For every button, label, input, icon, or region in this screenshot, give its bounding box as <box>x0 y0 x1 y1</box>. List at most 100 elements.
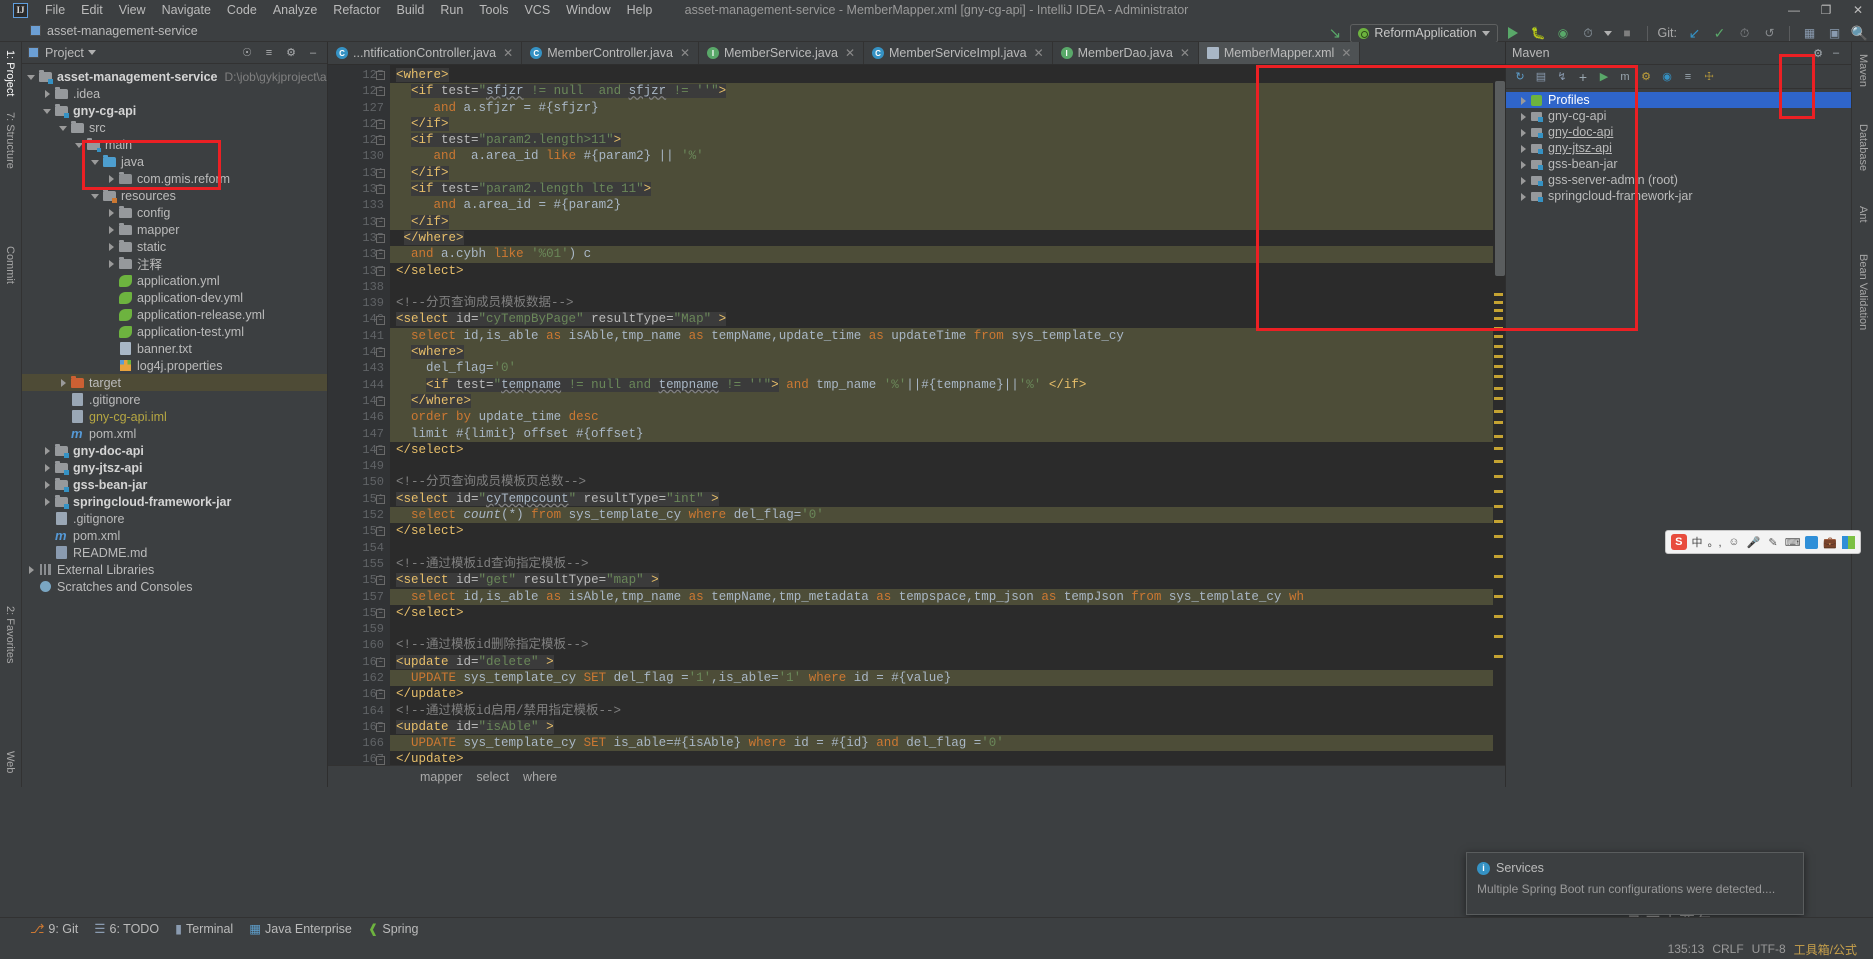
tree-item--gitignore[interactable]: .gitignore <box>22 391 327 408</box>
tree-item--idea[interactable]: .idea <box>22 85 327 102</box>
tree-item-asset-management-service[interactable]: asset-management-service D:\job\gykjproje… <box>22 68 327 85</box>
fold-expand-icon[interactable]: − <box>376 87 385 97</box>
fold-collapse-icon[interactable]: − <box>376 608 385 618</box>
code-content[interactable]: <where> <if test="sfjzr != null and sfjz… <box>390 67 1505 765</box>
collapse-all-icon[interactable]: ☉ <box>239 45 255 61</box>
menu-tools[interactable]: Tools <box>471 1 516 19</box>
maven-expand-icon[interactable]: ☩ <box>1700 68 1718 86</box>
tree-toggle-arrow[interactable] <box>42 462 53 473</box>
code-line[interactable] <box>390 279 1505 295</box>
search-everywhere-icon[interactable]: 🔍 <box>1850 24 1869 43</box>
project-structure-icon[interactable]: ▦ <box>1800 24 1819 43</box>
tree-toggle-arrow[interactable] <box>58 428 69 439</box>
maven-toggle-arrow[interactable] <box>1518 143 1529 154</box>
services-notification-popup[interactable]: i Services Multiple Spring Boot run conf… <box>1466 852 1804 915</box>
code-line[interactable]: </if> <box>390 164 1505 182</box>
tool-tab-ant[interactable]: Ant <box>1855 202 1871 227</box>
editor-tab--ntificationcontroller-java[interactable]: C ...ntificationController.java ✕ <box>328 42 523 64</box>
mic-icon[interactable]: 🎤 <box>1746 535 1761 550</box>
code-line[interactable]: <select id="cyTempByPage" resultType="Ma… <box>390 311 1505 327</box>
tree-item-springcloud-framework-jar[interactable]: springcloud-framework-jar <box>22 493 327 510</box>
tree-item-resources[interactable]: resources <box>22 187 327 204</box>
breadcrumb-mapper[interactable]: mapper <box>420 770 462 784</box>
tree-item-mapper[interactable]: mapper <box>22 221 327 238</box>
tree-toggle-arrow[interactable] <box>106 309 117 320</box>
tree-item-com-gmis-reform[interactable]: com.gmis.reform <box>22 170 327 187</box>
tree-toggle-arrow[interactable] <box>42 530 53 541</box>
stop-button[interactable]: ■ <box>1618 24 1637 43</box>
profiler-button[interactable]: ⏱ <box>1579 24 1598 43</box>
tree-toggle-arrow[interactable] <box>42 445 53 456</box>
code-line[interactable]: and a.sfjzr = #{sfjzr} <box>390 99 1505 116</box>
project-view-chevron-icon[interactable] <box>87 50 96 55</box>
fold-collapse-icon[interactable]: − <box>376 755 385 765</box>
tree-toggle-arrow[interactable] <box>74 139 85 150</box>
maven-toggle-arrow[interactable] <box>1518 159 1529 170</box>
close-button[interactable]: ✕ <box>1851 3 1865 17</box>
tool-tab-project[interactable]: 1: Project <box>2 46 18 100</box>
code-line[interactable]: and a.cybh like '%01') c <box>390 246 1505 263</box>
tree-toggle-arrow[interactable] <box>106 224 117 235</box>
maven-item-gny-cg-api[interactable]: gny-cg-api <box>1506 108 1851 124</box>
breadcrumb-where[interactable]: where <box>523 770 557 784</box>
menu-help[interactable]: Help <box>619 1 661 19</box>
tree-item-pom-xml[interactable]: m pom.xml <box>22 425 327 442</box>
tree-toggle-arrow[interactable] <box>106 173 117 184</box>
tree-item-application-test-yml[interactable]: application-test.yml <box>22 323 327 340</box>
fold-collapse-icon[interactable]: − <box>376 690 385 700</box>
code-line[interactable]: <!--通过模板id查询指定模板--> <box>390 556 1505 572</box>
code-line[interactable] <box>390 458 1505 474</box>
tree-toggle-arrow[interactable] <box>58 394 69 405</box>
code-line[interactable]: </if> <box>390 213 1505 230</box>
tree-toggle-arrow[interactable] <box>106 207 117 218</box>
code-line[interactable]: <select id="cyTempcount" resultType="int… <box>390 491 1505 507</box>
fold-collapse-icon[interactable]: − <box>376 397 385 406</box>
code-line[interactable]: <if test="sfjzr != null and sfjzr != ''"… <box>390 83 1505 100</box>
menu-refactor[interactable]: Refactor <box>325 1 388 19</box>
tree-item-log4j-properties[interactable]: log4j.properties <box>22 357 327 374</box>
run-button[interactable] <box>1504 24 1523 43</box>
editor-tab-bar[interactable]: C ...ntificationController.java ✕ C MemberCo… <box>328 42 1505 65</box>
code-line[interactable]: UPDATE sys_template_cy SET is_able=#{isA… <box>390 735 1505 752</box>
emoji-icon[interactable]: ☺ <box>1727 535 1742 550</box>
maven-item-gss-server-admin-root-[interactable]: gss-server-admin (root) <box>1506 172 1851 188</box>
code-line[interactable]: <!--分页查询成员模板页总数--> <box>390 474 1505 490</box>
code-line[interactable]: <where> <box>390 67 1505 83</box>
code-folding-column[interactable]: −−−−−−−−−−−←−−−−←−−←−−←−−←− <box>372 65 409 765</box>
tree-item-src[interactable]: src <box>22 119 327 136</box>
fold-expand-icon[interactable]: − <box>376 348 385 358</box>
tree-toggle-arrow[interactable] <box>42 479 53 490</box>
tree-item-external-libraries[interactable]: External Libraries <box>22 561 327 578</box>
tool-tab-maven[interactable]: Maven <box>1855 50 1871 91</box>
flatten-packages-icon[interactable]: ≡ <box>261 45 277 61</box>
tree-item-config[interactable]: config <box>22 204 327 221</box>
tree-item-gss-bean-jar[interactable]: gss-bean-jar <box>22 476 327 493</box>
toolbox-icon[interactable]: 💼 <box>1823 535 1838 550</box>
menu-edit[interactable]: Edit <box>73 1 111 19</box>
tree-toggle-arrow[interactable] <box>106 360 117 371</box>
code-line[interactable]: select id,is_able as isAble,tmp_name as … <box>390 588 1505 605</box>
collapse-all-maven-icon[interactable]: ≡ <box>1679 68 1697 86</box>
menu-run[interactable]: Run <box>432 1 471 19</box>
code-line[interactable]: </select> <box>390 605 1505 621</box>
code-line[interactable]: </select> <box>390 442 1505 458</box>
fold-expand-icon[interactable]: − <box>376 71 385 80</box>
maven-toggle-arrow[interactable] <box>1518 111 1529 122</box>
code-line[interactable]: and a.area_id like #{param2} || '%' <box>390 148 1505 165</box>
tree-item-static[interactable]: static <box>22 238 327 255</box>
code-line[interactable]: <if test="param2.length lte 11"> <box>390 181 1505 198</box>
maven-item-gny-doc-api[interactable]: gny-doc-api <box>1506 124 1851 140</box>
tree-item-gny-cg-api-iml[interactable]: gny-cg-api.iml <box>22 408 327 425</box>
code-line[interactable]: <where> <box>390 344 1505 361</box>
maven-item-springcloud-framework-jar[interactable]: springcloud-framework-jar <box>1506 188 1851 204</box>
tree-toggle-arrow[interactable] <box>106 241 117 252</box>
minimize-button[interactable]: — <box>1787 3 1801 17</box>
generate-sources-icon[interactable]: ▤ <box>1532 68 1550 86</box>
tool-tab-structure[interactable]: 7: Structure <box>2 108 18 173</box>
status-java-enterprise[interactable]: ▦ Java Enterprise <box>249 921 352 937</box>
code-line[interactable]: <update id="delete" > <box>390 654 1505 670</box>
status-todo[interactable]: ☰ 6: TODO <box>94 921 159 937</box>
maven-settings-icon[interactable]: ⚙ <box>1809 44 1827 62</box>
tree-item-java[interactable]: java <box>22 153 327 170</box>
fold-collapse-icon[interactable]: − <box>376 234 385 243</box>
